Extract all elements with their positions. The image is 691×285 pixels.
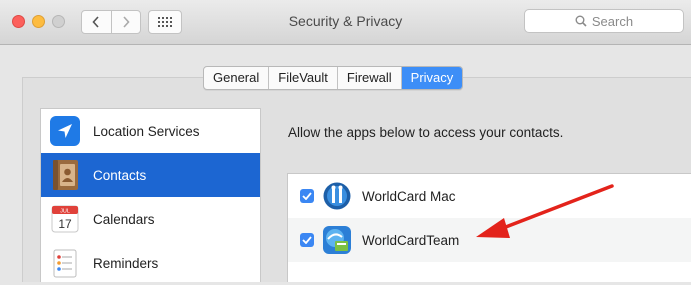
sidebar-item-contacts[interactable]: Contacts xyxy=(41,153,260,197)
sidebar-item-location-services[interactable]: Location Services xyxy=(41,109,260,153)
app-access-checkbox[interactable] xyxy=(300,233,314,247)
calendar-month: JUL xyxy=(60,209,70,215)
sidebar-item-label: Calendars xyxy=(93,211,155,227)
tab-filevault[interactable]: FileVault xyxy=(268,67,337,89)
sidebar-item-reminders[interactable]: Reminders xyxy=(41,241,260,285)
title-bar: Security & Privacy Search xyxy=(0,0,691,45)
search-field[interactable]: Search xyxy=(524,9,684,33)
privacy-category-list: Location Services Contacts JUL 17 Calend… xyxy=(40,108,261,282)
tab-firewall[interactable]: Firewall xyxy=(336,67,401,89)
contacts-book-icon xyxy=(53,160,78,190)
worldcard-team-icon xyxy=(323,226,351,254)
search-placeholder: Search xyxy=(591,13,634,29)
tab-bar: General FileVault Firewall Privacy xyxy=(203,66,464,90)
calendar-icon: JUL 17 xyxy=(51,205,79,233)
checkmark-icon xyxy=(302,236,312,244)
app-access-checkbox[interactable] xyxy=(300,189,314,203)
sidebar-item-label: Location Services xyxy=(93,123,200,139)
reminders-list-icon xyxy=(53,249,77,278)
tab-privacy[interactable]: Privacy xyxy=(400,67,463,89)
privacy-description: Allow the apps below to access your cont… xyxy=(288,125,564,140)
calendar-day: 17 xyxy=(58,217,72,231)
tab-general[interactable]: General xyxy=(204,67,268,89)
worldcard-mac-icon xyxy=(323,182,351,210)
app-name: WorldCardTeam xyxy=(362,232,460,248)
sidebar-item-label: Contacts xyxy=(93,167,147,183)
search-icon xyxy=(575,15,587,27)
app-name: WorldCard Mac xyxy=(362,188,456,204)
checkmark-icon xyxy=(302,192,312,200)
sidebar-item-calendars[interactable]: JUL 17 Calendars xyxy=(41,197,260,241)
sidebar-item-label: Reminders xyxy=(93,255,159,271)
annotation-arrow-icon xyxy=(476,184,614,238)
location-arrow-icon xyxy=(50,116,80,146)
